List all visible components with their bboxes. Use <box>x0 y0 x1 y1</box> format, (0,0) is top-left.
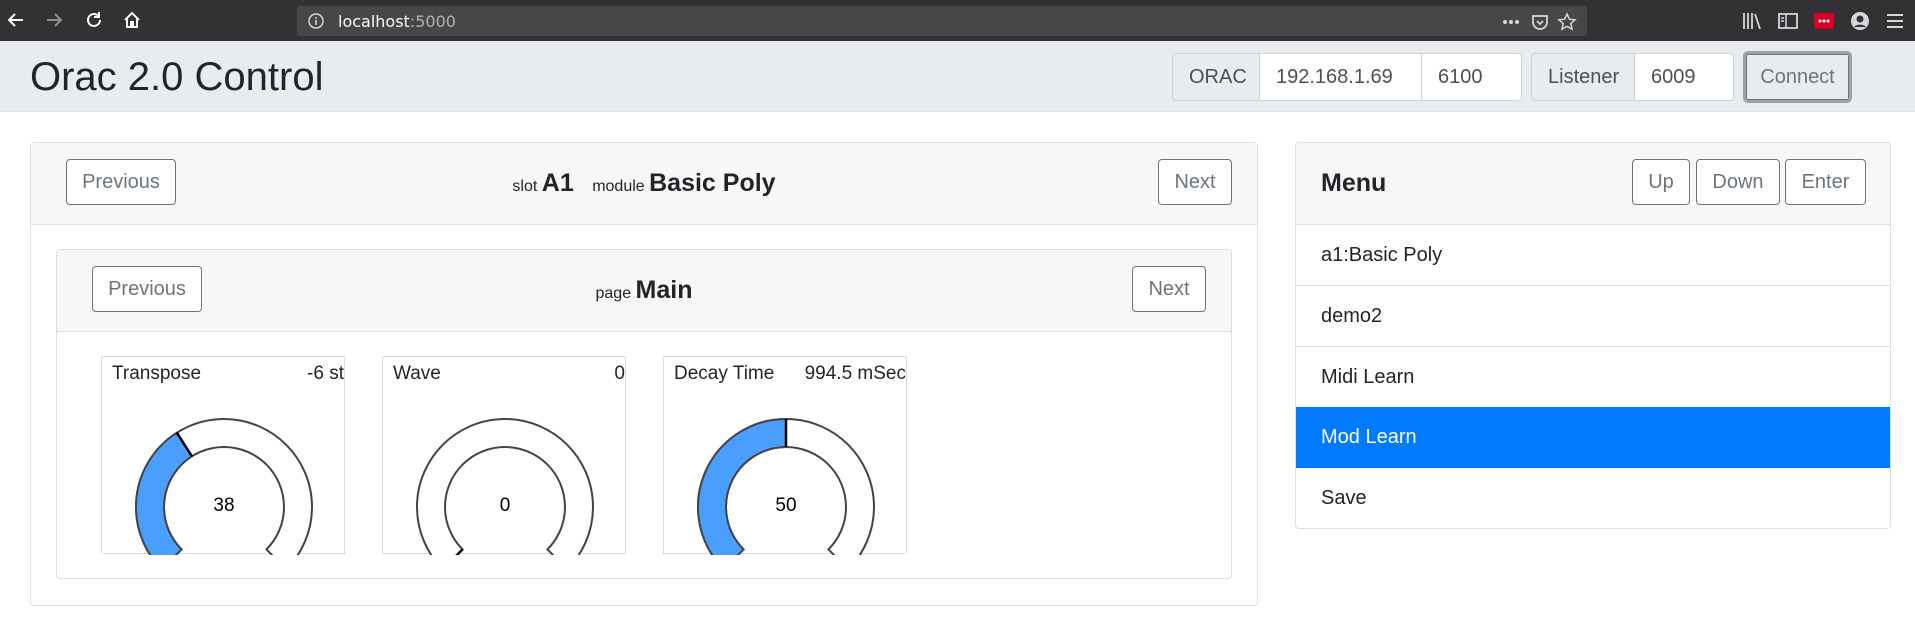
page-value: Main <box>635 276 693 304</box>
listener-port-input[interactable]: 6009 <box>1635 53 1734 101</box>
knob-fill <box>135 431 194 555</box>
orac-input-group: ORAC 192.168.1.69 6100 <box>1172 53 1522 101</box>
menu-item[interactable]: a1:Basic Poly <box>1296 225 1890 286</box>
knob-fill <box>697 417 787 555</box>
connect-button[interactable]: Connect <box>1743 51 1852 103</box>
menu-item[interactable]: Midi Learn <box>1296 347 1890 408</box>
url-bar[interactable]: localhost:5000 <box>297 6 1587 36</box>
browser-toolbar: localhost:5000 <box>0 0 1915 41</box>
extension-icon[interactable] <box>1813 10 1835 32</box>
page-prefix: page <box>595 285 632 302</box>
page-title: page Main <box>57 276 1231 305</box>
menu-panel: Menu Up Down Enter a1:Basic Poly demo2 M… <box>1295 142 1891 529</box>
module-prefix: module <box>592 178 645 195</box>
knob-name: Wave <box>393 363 441 384</box>
knob-name: Decay Time <box>674 363 775 384</box>
menu-item[interactable]: demo2 <box>1296 286 1890 347</box>
page-next-button[interactable]: Next <box>1132 266 1206 312</box>
more-actions-icon[interactable] <box>1501 12 1521 32</box>
bookmark-star-icon[interactable] <box>1557 12 1577 32</box>
menu-up-button[interactable]: Up <box>1632 159 1690 205</box>
app-navbar: Orac 2.0 Control ORAC 192.168.1.69 6100 … <box>0 41 1915 112</box>
forward-arrow-icon[interactable] <box>42 8 66 32</box>
knob-track <box>416 418 594 555</box>
listener-label: Listener <box>1531 53 1635 101</box>
knob-display-value: -6 st <box>307 363 344 384</box>
knob-center-value: 50 <box>775 495 796 516</box>
module-panel-header: Previous slot A1 module Basic Poly Next <box>31 143 1257 225</box>
site-info-icon[interactable] <box>307 12 325 30</box>
listener-input-group: Listener 6009 <box>1531 53 1734 101</box>
knob-center-value: 38 <box>213 495 234 516</box>
module-title: slot A1 module Basic Poly <box>31 169 1257 198</box>
menu-enter-button[interactable]: Enter <box>1785 159 1866 205</box>
menu-title: Menu <box>1321 169 1387 197</box>
page-panel-header: Previous page Main Next <box>57 250 1231 332</box>
sidebar-icon[interactable] <box>1777 10 1799 32</box>
knob-name: Transpose <box>112 363 202 384</box>
menu-down-button[interactable]: Down <box>1696 159 1780 205</box>
slot-value: A1 <box>541 169 574 197</box>
app-title: Orac 2.0 Control <box>30 55 324 99</box>
library-icon[interactable] <box>1741 10 1763 32</box>
menu-item[interactable]: Mod Learn <box>1296 407 1890 468</box>
hamburger-menu-icon[interactable] <box>1884 10 1906 32</box>
knob-transpose[interactable]: Transpose -6 st 38 <box>101 356 346 555</box>
orac-label: ORAC <box>1172 53 1260 101</box>
account-icon[interactable] <box>1849 10 1871 32</box>
menu-panel-header: Menu Up Down Enter <box>1296 143 1890 225</box>
knob-display-value: 0 <box>614 363 625 384</box>
menu-item[interactable]: Save <box>1296 468 1890 528</box>
pocket-icon[interactable] <box>1530 12 1550 32</box>
knob-dial[interactable]: 38 <box>102 387 346 555</box>
knob-center-value: 0 <box>500 495 511 516</box>
knob-dial[interactable]: 0 <box>383 387 627 555</box>
module-value: Basic Poly <box>649 169 776 197</box>
orac-port-input[interactable]: 6100 <box>1422 53 1522 101</box>
knob-decay-time[interactable]: Decay Time 994.5 mSec 50 <box>663 356 908 555</box>
reload-icon[interactable] <box>82 8 106 32</box>
knob-wave[interactable]: Wave 0 0 <box>382 356 627 555</box>
back-arrow-icon[interactable] <box>4 8 28 32</box>
slot-prefix: slot <box>512 178 538 195</box>
knob-dial[interactable]: 50 <box>664 387 908 555</box>
module-next-button[interactable]: Next <box>1158 159 1232 205</box>
knob-display-value: 994.5 mSec <box>804 363 906 384</box>
home-icon[interactable] <box>120 8 144 32</box>
url-text: localhost:5000 <box>338 12 456 31</box>
orac-ip-input[interactable]: 192.168.1.69 <box>1260 53 1422 101</box>
